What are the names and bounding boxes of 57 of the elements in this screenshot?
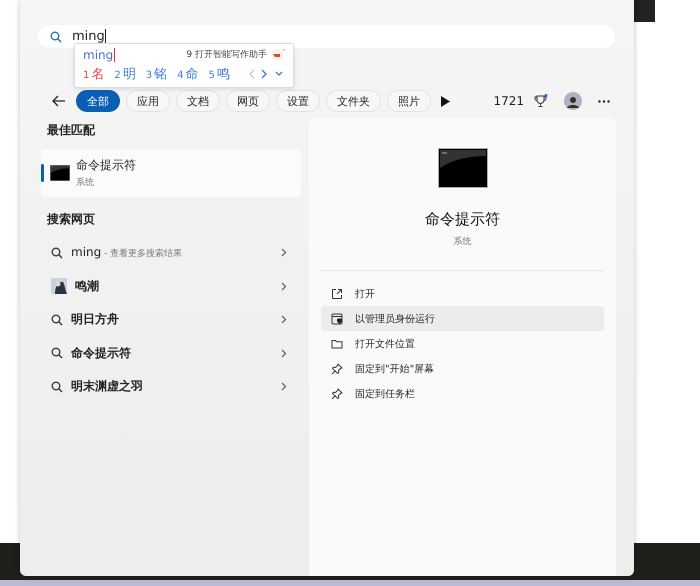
filter-tab[interactable]: 文件夹	[326, 90, 381, 112]
search-icon	[51, 380, 63, 393]
action-item[interactable]: 打开文件位置	[321, 331, 604, 356]
terminal-icon	[438, 148, 488, 188]
chevron-right-icon	[281, 382, 287, 392]
assistant-link[interactable]: 9 打开智能写作助手	[186, 48, 267, 62]
web-result-item[interactable]: 鸣潮	[41, 270, 301, 303]
app-name: 命令提示符	[76, 157, 136, 174]
ime-candidate[interactable]: 2 明	[114, 65, 136, 84]
result-text: 鸣潮	[75, 278, 100, 295]
action-item[interactable]: 固定到"开始"屏幕	[321, 356, 604, 381]
search-icon	[51, 246, 63, 259]
ime-candidate[interactable]: 5 鸣	[208, 65, 230, 84]
best-match-item[interactable]: 命令提示符 系统	[41, 149, 301, 197]
terminal-icon	[50, 165, 70, 181]
search-icon	[50, 30, 62, 42]
filter-tab[interactable]: 文档	[176, 90, 220, 112]
shield-window-icon	[331, 312, 343, 324]
external-link-icon	[331, 288, 343, 300]
filter-tab[interactable]: 设置	[276, 90, 320, 112]
app-type: 系统	[452, 236, 472, 248]
result-text: 命令提示符	[71, 344, 132, 362]
search-icon	[51, 347, 63, 360]
chevron-right-icon	[281, 315, 287, 324]
avatar[interactable]	[564, 92, 582, 110]
search-icon	[51, 314, 63, 326]
chevron-right-icon	[281, 282, 287, 291]
action-item[interactable]: 以管理员身份运行	[321, 306, 604, 331]
app-title: 命令提示符	[424, 210, 501, 229]
result-text: ming - 查看更多搜索结果	[71, 245, 184, 260]
web-result-item[interactable]: 明末渊虚之羽	[41, 370, 301, 404]
search-field[interactable]: ming	[38, 25, 615, 48]
pin-icon	[331, 362, 343, 374]
search-text: ming	[72, 28, 106, 44]
ime-candidate[interactable]: 4 命	[177, 65, 198, 84]
web-result-item[interactable]: ming - 查看更多搜索结果	[41, 236, 301, 270]
action-item[interactable]: 固定到任务栏	[321, 381, 604, 406]
filter-tab[interactable]: 应用	[126, 90, 170, 112]
section-heading: 搜索网页	[46, 211, 96, 228]
filter-tab[interactable]: 网页	[226, 90, 270, 112]
ime-composition: ming	[83, 48, 116, 62]
web-result-item[interactable]: 命令提示符	[41, 336, 301, 370]
ime-candidate[interactable]: 1 名	[83, 65, 104, 84]
pin-icon	[331, 388, 343, 400]
result-text: 明日方舟	[71, 311, 120, 328]
points-count: 1721	[493, 94, 524, 108]
filter-tab[interactable]: 全部	[76, 90, 120, 112]
action-item[interactable]: 打开	[321, 281, 604, 306]
ime-candidate[interactable]: 3 铭	[146, 65, 168, 84]
filter-tab[interactable]: 照片	[387, 90, 431, 112]
folder-icon	[331, 338, 343, 350]
result-text: 明末渊虚之羽	[71, 378, 144, 396]
web-result-item[interactable]: 明日方舟	[41, 303, 301, 336]
chevron-right-icon	[281, 248, 287, 258]
section-heading: 最佳匹配	[46, 122, 96, 139]
app-type: 系统	[76, 176, 95, 189]
chevron-right-icon	[281, 348, 287, 358]
